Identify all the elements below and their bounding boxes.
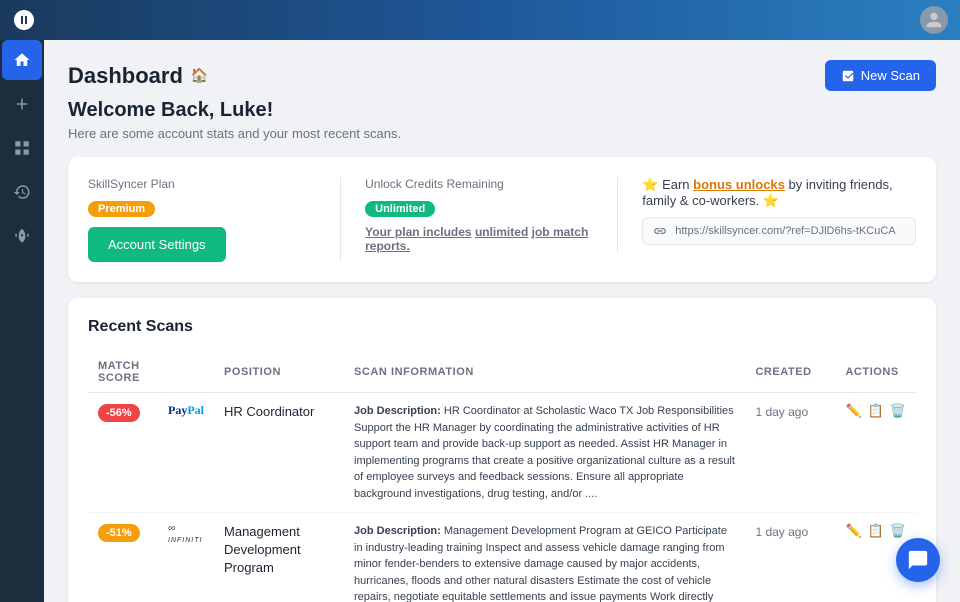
premium-badge: Premium [88, 201, 155, 217]
sidebar-item-rocket[interactable] [2, 216, 42, 256]
chat-icon [907, 549, 929, 571]
col-header-info: Scan Information [344, 352, 745, 393]
action-icons: ✏️ 📋 🗑️ [845, 403, 906, 419]
scans-table: MatchScore Position Scan Information Cre… [88, 352, 916, 602]
bonus-section: ⭐ Earn bonus unlocks by inviting friends… [618, 177, 916, 245]
col-header-logo [158, 352, 214, 393]
score-cell: -51% [88, 513, 158, 602]
table-row: -56% PayPal HR Coordinator Job Descripti… [88, 393, 916, 513]
unlimited-badge: Unlimited [365, 201, 435, 217]
edit-icon[interactable]: ✏️ [845, 523, 861, 539]
chat-fab-button[interactable] [896, 538, 940, 582]
col-header-score: MatchScore [88, 352, 158, 393]
brand-logo-icon [12, 8, 36, 32]
credits-label: Unlock Credits Remaining [365, 177, 593, 191]
plan-row: Premium [88, 201, 316, 217]
copy-icon[interactable]: 📋 [868, 523, 884, 539]
new-scan-icon [841, 69, 855, 83]
edit-icon[interactable]: ✏️ [845, 403, 861, 419]
bonus-title: ⭐ Earn bonus unlocks by inviting friends… [642, 177, 916, 209]
scan-description: Job Description: Management Development … [354, 523, 735, 602]
logo-cell: ∞INFINITI [158, 513, 214, 602]
page-title: Dashboard [68, 63, 183, 89]
actions-cell: ✏️ 📋 🗑️ [835, 393, 916, 513]
scan-info-cell: Job Description: HR Coordinator at Schol… [344, 393, 745, 513]
delete-icon[interactable]: 🗑️ [890, 523, 906, 539]
position-cell: HR Coordinator [214, 393, 344, 513]
plan-section: SkillSyncer Plan Premium Account Setting… [88, 177, 341, 262]
copy-icon[interactable]: 📋 [868, 403, 884, 419]
delete-icon[interactable]: 🗑️ [890, 403, 906, 419]
logo-cell: PayPal [158, 393, 214, 513]
created-text: 1 day ago [755, 405, 808, 419]
scan-description: Job Description: HR Coordinator at Schol… [354, 403, 735, 502]
recent-scans-title: Recent Scans [88, 318, 916, 336]
sidebar-item-home[interactable] [2, 40, 42, 80]
position-name: HR Coordinator [224, 404, 314, 419]
col-header-position: Position [214, 352, 344, 393]
page-title-row: Dashboard 🏠 [68, 63, 208, 89]
account-settings-button[interactable]: Account Settings [88, 227, 226, 262]
user-avatar[interactable] [920, 6, 948, 34]
stats-card: SkillSyncer Plan Premium Account Setting… [68, 157, 936, 282]
topbar-logo [12, 8, 36, 32]
topbar [0, 0, 960, 40]
sidebar-item-add[interactable] [2, 84, 42, 124]
created-text: 1 day ago [755, 525, 808, 539]
score-badge: -51% [98, 524, 140, 542]
plan-note: Your plan includes unlimited job match r… [365, 225, 593, 253]
new-scan-button[interactable]: New Scan [825, 60, 936, 91]
welcome-heading: Welcome Back, Luke! [68, 99, 936, 122]
referral-link-text: https://skillsyncer.com/?ref=DJlD6hs-tKC… [675, 225, 905, 237]
created-cell: 1 day ago [745, 513, 835, 602]
company-logo-infiniti: ∞INFINITI [168, 523, 204, 545]
referral-row: https://skillsyncer.com/?ref=DJlD6hs-tKC… [642, 217, 916, 245]
sidebar-item-history[interactable] [2, 172, 42, 212]
page-header: Dashboard 🏠 New Scan [68, 60, 936, 91]
sidebar-item-grid[interactable] [2, 128, 42, 168]
main-content: Dashboard 🏠 New Scan Welcome Back, Luke!… [44, 0, 960, 602]
col-header-created: Created [745, 352, 835, 393]
plan-label: SkillSyncer Plan [88, 177, 316, 191]
scan-info-cell: Job Description: Management Development … [344, 513, 745, 602]
score-badge: -56% [98, 404, 140, 422]
credits-row: Unlimited [365, 201, 593, 217]
created-cell: 1 day ago [745, 393, 835, 513]
table-row: -51% ∞INFINITI Management Development Pr… [88, 513, 916, 602]
sidebar [0, 0, 44, 602]
credits-section: Unlock Credits Remaining Unlimited Your … [341, 177, 618, 253]
position-name: Management Development Program [224, 524, 301, 575]
link-icon [653, 224, 667, 238]
welcome-subtext: Here are some account stats and your mos… [68, 126, 936, 141]
action-icons: ✏️ 📋 🗑️ [845, 523, 906, 539]
position-cell: Management Development Program [214, 513, 344, 602]
company-logo-paypal: PayPal [168, 403, 204, 418]
home-breadcrumb-icon[interactable]: 🏠 [191, 67, 208, 84]
table-header-row: MatchScore Position Scan Information Cre… [88, 352, 916, 393]
score-cell: -56% [88, 393, 158, 513]
col-header-actions: Actions [835, 352, 916, 393]
scans-card: Recent Scans MatchScore Position Scan In… [68, 298, 936, 602]
